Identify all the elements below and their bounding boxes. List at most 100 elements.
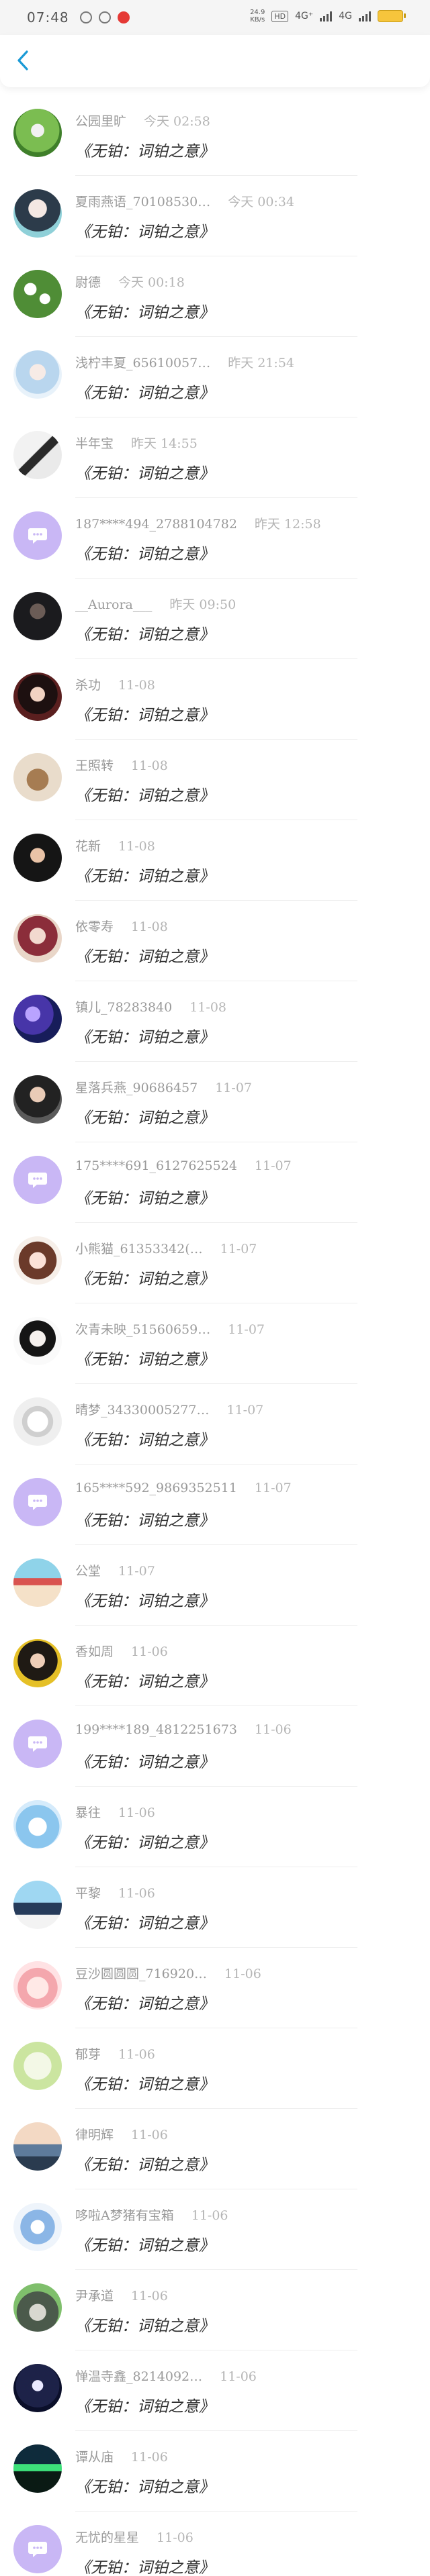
list-item[interactable]: 谭从庙 11-06 《无铂：词铂之意》: [0, 2431, 430, 2512]
list-item[interactable]: 尹承道 11-06 《无铂：词铂之意》: [0, 2270, 430, 2350]
avatar[interactable]: [13, 1397, 62, 1446]
user-name-line: 次青未映_51560659… 11-07: [75, 1320, 265, 1338]
avatar[interactable]: [13, 189, 62, 238]
user-name: 郁芽: [75, 2047, 101, 2062]
user-name: 豆沙圆圆圆_716920…: [75, 1967, 208, 1981]
list-item[interactable]: 晴梦_34330005277… 11-07 《无铂：词铂之意》: [0, 1384, 430, 1465]
avatar[interactable]: [13, 1156, 62, 1204]
message-preview: 《无铂：词铂之意》: [75, 2157, 214, 2174]
avatar[interactable]: [13, 834, 62, 882]
list-item[interactable]: 小熊猫_61353342(… 11-07 《无铂：词铂之意》: [0, 1223, 430, 1303]
timestamp: 11-07: [228, 1322, 265, 1337]
list-item[interactable]: 星落兵燕_90686457 11-07 《无铂：词铂之意》: [0, 1062, 430, 1142]
list-item[interactable]: 公堂 11-07 《无铂：词铂之意》: [0, 1545, 430, 1626]
timestamp: 11-06: [191, 2208, 228, 2223]
user-name-line: 豆沙圆圆圆_716920… 11-06: [75, 1964, 261, 1982]
list-item[interactable]: 浅柠丰夏_65610057… 昨天 21:54 《无铂：词铂之意》: [0, 337, 430, 417]
avatar[interactable]: [13, 1639, 62, 1687]
message-preview: 《无铂：词铂之意》: [75, 787, 214, 805]
list-item[interactable]: 豆沙圆圆圆_716920… 11-06 《无铂：词铂之意》: [0, 1948, 430, 2028]
list-item[interactable]: 杀功 11-08 《无铂：词铂之意》: [0, 659, 430, 740]
avatar[interactable]: [13, 1558, 62, 1607]
avatar[interactable]: [13, 914, 62, 962]
user-name-line: 半年宝 昨天 14:55: [75, 434, 198, 452]
user-name: 星落兵燕_90686457: [75, 1081, 198, 1095]
list-item[interactable]: 惮温寺鑫_8214092… 11-06 《无铂：词铂之意》: [0, 2350, 430, 2431]
list-item[interactable]: 175****691_6127625524 11-07 《无铂：词铂之意》: [0, 1142, 430, 1223]
avatar[interactable]: [13, 1881, 62, 1929]
timestamp: 11-06: [131, 2128, 168, 2142]
avatar[interactable]: [13, 270, 62, 318]
avatar[interactable]: [13, 2364, 62, 2412]
avatar[interactable]: [13, 2444, 62, 2493]
avatar[interactable]: [13, 1317, 62, 1365]
default-chat-icon: [28, 1495, 47, 1510]
list-item[interactable]: 187****494_2788104782 昨天 12:58 《无铂：词铂之意》: [0, 498, 430, 579]
list-item[interactable]: 依零寿 11-08 《无铂：词铂之意》: [0, 901, 430, 981]
message-preview: 《无铂：词铂之意》: [75, 2237, 214, 2255]
user-name-line: 平黎 11-06: [75, 1883, 155, 1901]
avatar[interactable]: [13, 753, 62, 801]
avatar[interactable]: [13, 431, 62, 479]
avatar[interactable]: [13, 1075, 62, 1124]
list-item[interactable]: 无忧的星星 11-06 《无铂：词铂之意》: [0, 2512, 430, 2576]
network-speed-unit: KB/s: [250, 16, 265, 23]
message-preview: 《无铂：词铂之意》: [75, 1512, 214, 1530]
list-item[interactable]: 律明辉 11-06 《无铂：词铂之意》: [0, 2109, 430, 2189]
list-item[interactable]: 郁芽 11-06 《无铂：词铂之意》: [0, 2028, 430, 2109]
network-speed: 24.9 KB/s: [250, 9, 265, 23]
avatar[interactable]: [13, 1236, 62, 1285]
avatar[interactable]: [13, 2122, 62, 2171]
user-name-line: 175****691_6127625524 11-07: [75, 1158, 292, 1173]
list-item[interactable]: __Aurora___ 昨天 09:50 《无铂：词铂之意》: [0, 579, 430, 659]
back-button[interactable]: [9, 47, 36, 74]
user-name: 尉德: [75, 275, 101, 290]
avatar[interactable]: [13, 1961, 62, 2010]
avatar[interactable]: [13, 1478, 62, 1526]
message-preview: 《无铂：词铂之意》: [75, 1271, 214, 1288]
user-name-line: 星落兵燕_90686457 11-07: [75, 1078, 252, 1096]
list-item[interactable]: 尉德 今天 00:18 《无铂：词铂之意》: [0, 256, 430, 337]
avatar[interactable]: [13, 995, 62, 1043]
list-item[interactable]: 镇儿_78283840 11-08 《无铂：词铂之意》: [0, 981, 430, 1062]
user-name: 公园里旷: [75, 114, 127, 129]
list-item[interactable]: 公园里旷 今天 02:58 《无铂：词铂之意》: [0, 95, 430, 176]
avatar[interactable]: [13, 2042, 62, 2090]
list-item[interactable]: 夏雨燕语_70108530… 今天 00:34 《无铂：词铂之意》: [0, 176, 430, 256]
avatar[interactable]: [13, 2283, 62, 2332]
message-preview: 《无铂：词铂之意》: [75, 1432, 214, 1449]
message-preview: 《无铂：词铂之意》: [75, 2559, 214, 2576]
user-name: 夏雨燕语_70108530…: [75, 195, 211, 209]
list-item[interactable]: 半年宝 昨天 14:55 《无铂：词铂之意》: [0, 417, 430, 498]
list-item[interactable]: 王照转 11-08 《无铂：词铂之意》: [0, 740, 430, 820]
user-name-line: 199****189_4812251673 11-06: [75, 1722, 292, 1737]
user-name: 199****189_4812251673: [75, 1722, 237, 1737]
avatar[interactable]: [13, 2203, 62, 2251]
timestamp: 11-08: [118, 839, 155, 854]
list-item[interactable]: 165****592_9869352511 11-07 《无铂：词铂之意》: [0, 1465, 430, 1545]
list-item[interactable]: 次青未映_51560659… 11-07 《无铂：词铂之意》: [0, 1303, 430, 1384]
user-name: 浅柠丰夏_65610057…: [75, 356, 211, 370]
avatar[interactable]: [13, 592, 62, 640]
list-item[interactable]: 花新 11-08 《无铂：词铂之意》: [0, 820, 430, 901]
avatar[interactable]: [13, 109, 62, 157]
list-item[interactable]: 199****189_4812251673 11-06 《无铂：词铂之意》: [0, 1706, 430, 1787]
list-item[interactable]: 暴往 11-06 《无铂：词铂之意》: [0, 1787, 430, 1867]
user-name-line: 无忧的星星 11-06: [75, 2528, 194, 2546]
list-item[interactable]: 香如周 11-06 《无铂：词铂之意》: [0, 1626, 430, 1706]
message-preview: 《无铂：词铂之意》: [75, 1029, 214, 1046]
avatar[interactable]: [13, 2525, 62, 2573]
default-chat-icon: [28, 528, 47, 544]
avatar[interactable]: [13, 1800, 62, 1848]
message-preview: 《无铂：词铂之意》: [75, 465, 214, 483]
avatar[interactable]: [13, 1720, 62, 1768]
list-item[interactable]: 平黎 11-06 《无铂：词铂之意》: [0, 1867, 430, 1948]
avatar[interactable]: [13, 673, 62, 721]
timestamp: 昨天 09:50: [169, 597, 236, 612]
avatar[interactable]: [13, 350, 62, 399]
timestamp: 11-06: [254, 1722, 292, 1737]
list-item[interactable]: 哆啦A梦猪有宝箱 11-06 《无铂：词铂之意》: [0, 2189, 430, 2270]
avatar[interactable]: [13, 511, 62, 560]
message-preview: 《无铂：词铂之意》: [75, 1351, 214, 1369]
user-name: 花新: [75, 839, 101, 854]
